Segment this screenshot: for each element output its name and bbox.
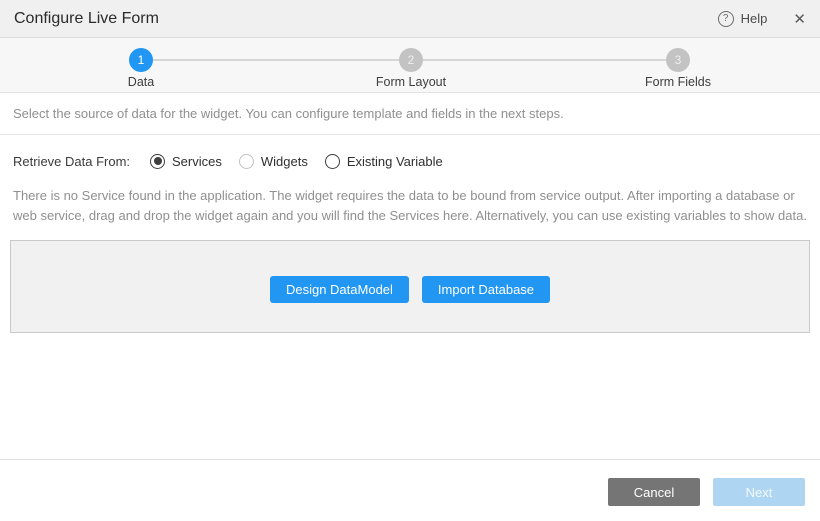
configure-live-form-dialog: Configure Live Form ? Help ✕ 1 2 3 Data …: [0, 0, 820, 521]
footer-actions: Cancel Next: [608, 478, 805, 506]
intro-row: Select the source of data for the widget…: [0, 93, 820, 135]
step-3-circle[interactable]: 3: [666, 48, 690, 72]
step-2-label-form-layout[interactable]: Form Layout: [376, 75, 446, 89]
radio-icon-existing-variable[interactable]: [325, 154, 340, 169]
radio-option-existing-variable[interactable]: Existing Variable: [325, 154, 443, 169]
import-database-button[interactable]: Import Database: [422, 276, 550, 303]
radio-icon-widgets[interactable]: [239, 154, 254, 169]
dialog-title: Configure Live Form: [14, 10, 159, 28]
radio-option-widgets[interactable]: Widgets: [239, 154, 308, 169]
retrieve-data-row: Retrieve Data From: Services Widgets Exi…: [0, 151, 820, 171]
service-actions-panel: Design DataModel Import Database: [10, 240, 810, 333]
help-button[interactable]: Help: [741, 11, 768, 26]
close-icon[interactable]: ✕: [793, 10, 806, 28]
radio-option-services[interactable]: Services: [150, 154, 222, 169]
step-1-label-data[interactable]: Data: [128, 75, 154, 89]
next-button[interactable]: Next: [713, 478, 805, 506]
radio-label-existing-variable[interactable]: Existing Variable: [347, 154, 443, 169]
cancel-button[interactable]: Cancel: [608, 478, 700, 506]
help-icon[interactable]: ?: [718, 11, 734, 27]
radio-label-services[interactable]: Services: [172, 154, 222, 169]
radio-icon-services[interactable]: [150, 154, 165, 169]
step-3-label-form-fields[interactable]: Form Fields: [645, 75, 711, 89]
intro-text: Select the source of data for the widget…: [13, 106, 564, 121]
dialog-titlebar: Configure Live Form ? Help ✕: [0, 0, 820, 38]
no-service-notice: There is no Service found in the applica…: [13, 186, 807, 226]
retrieve-data-label: Retrieve Data From:: [13, 154, 150, 169]
wizard-stepper: 1 2 3 Data Form Layout Form Fields: [0, 38, 820, 93]
design-datamodel-button[interactable]: Design DataModel: [270, 276, 409, 303]
footer-divider: [0, 459, 820, 460]
step-2-circle[interactable]: 2: [399, 48, 423, 72]
radio-label-widgets[interactable]: Widgets: [261, 154, 308, 169]
titlebar-actions: ? Help ✕: [718, 10, 806, 28]
step-1-circle[interactable]: 1: [129, 48, 153, 72]
